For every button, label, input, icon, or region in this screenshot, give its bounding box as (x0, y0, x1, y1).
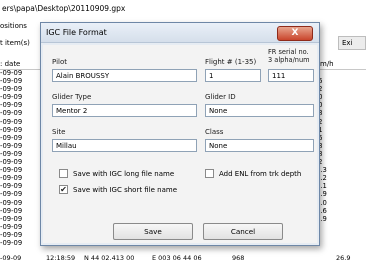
pilot-label: Pilot (52, 58, 67, 66)
add-enl-label: Add ENL from trk depth (219, 169, 302, 178)
glider-type-label: Glider Type (52, 93, 92, 101)
table-row-date[interactable]: -09-09 (0, 231, 22, 239)
cancel-button[interactable]: Cancel (203, 223, 283, 240)
table-row-date[interactable]: -09-09 (0, 134, 22, 142)
save-button[interactable]: Save (113, 223, 193, 240)
site-label: Site (52, 128, 66, 136)
table-row-date[interactable]: -09-09 (0, 142, 22, 150)
table-row-date[interactable]: -09-09 (0, 174, 22, 182)
table-row-date[interactable]: -09-09 (0, 109, 22, 117)
table-row-date[interactable]: -09-09 (0, 150, 22, 158)
table-row-speed[interactable]: .8 (316, 109, 366, 117)
table-row-speed[interactable]: 6.9 (316, 190, 366, 198)
row-date: -09-09 (0, 254, 22, 262)
table-row-date[interactable]: -09-09 (0, 166, 22, 174)
dialog-titlebar[interactable]: IGC File Format X (41, 23, 319, 43)
add-enl-checkbox[interactable]: Add ENL from trk depth (205, 169, 301, 178)
table-row-speed[interactable]: .2 (316, 118, 366, 126)
table-row-speed[interactable]: .8 (316, 142, 366, 150)
glider-type-input[interactable]: Mentor 2 (52, 104, 197, 117)
flight-number-input[interactable]: 1 (205, 69, 261, 82)
checkbox-box[interactable] (59, 169, 68, 178)
table-row-date[interactable]: -09-09 (0, 77, 22, 85)
table-row-speed[interactable]: .1 (316, 126, 366, 134)
fr-serial-label: FR serial no. (268, 48, 309, 56)
table-row-date[interactable]: -09-09 (0, 126, 22, 134)
table-row-speed[interactable]: 1.9 (316, 215, 366, 223)
table-row-date[interactable]: -09-09 (0, 199, 22, 207)
fr-serial-input[interactable]: 111 (268, 69, 314, 82)
table-row-date[interactable]: -09-09 (0, 215, 22, 223)
table-row-speed[interactable]: 1.1 (316, 182, 366, 190)
fr-serial-sublabel: 3 alpha/num (268, 56, 310, 64)
dialog-title: IGC File Format (46, 28, 107, 37)
table-row-speed[interactable]: 0.6 (316, 207, 366, 215)
background-speed-column: 0.6.2.0.0.8.2.1.6.8.8.23.36.21.16.97.00.… (316, 69, 366, 223)
table-row-date[interactable]: -09-09 (0, 239, 22, 247)
table-row-speed[interactable]: .2 (316, 158, 366, 166)
background-date-column: -09-09 -09-09 -09-09 -09-09 -09-09 -09-09 -09-… (0, 69, 22, 247)
table-row-speed[interactable]: 6.2 (316, 174, 366, 182)
table-row-date[interactable]: -09-09 (0, 93, 22, 101)
positions-label: ositions (0, 22, 27, 30)
flight-number-label: Flight # (1-35) (205, 58, 257, 66)
save-long-filename-checkbox[interactable]: Save with IGC long file name (59, 169, 174, 178)
exit-button[interactable]: Exi (338, 36, 366, 50)
igc-file-format-dialog: IGC File Format X Pilot Flight # (1-35) … (40, 22, 320, 246)
row-latitude: N 44 02.413 00 (84, 254, 135, 262)
table-row-speed[interactable]: .0 (316, 93, 366, 101)
table-row-date[interactable]: -09-09 (0, 190, 22, 198)
checkmark-icon: ✔ (60, 185, 67, 194)
row-longitude: E 003 06 44 06 (152, 254, 202, 262)
dialog-body: Pilot Flight # (1-35) FR serial no. 3 al… (43, 45, 317, 243)
table-row-date[interactable]: -09-09 (0, 118, 22, 126)
class-input[interactable]: None (205, 139, 314, 152)
background-file-path: ers\papa\Desktop\20110909.gpx (0, 0, 366, 16)
table-row-date[interactable]: -09-09 (0, 207, 22, 215)
table-row-speed[interactable]: .6 (316, 134, 366, 142)
close-button[interactable]: X (277, 26, 313, 41)
table-row-speed[interactable]: .8 (316, 150, 366, 158)
table-row-date[interactable]: -09-09 (0, 182, 22, 190)
table-row-speed[interactable]: .0 (316, 101, 366, 109)
table-row-date[interactable]: -09-09 (0, 158, 22, 166)
table-row-speed[interactable]: 7.0 (316, 199, 366, 207)
checkbox-box[interactable]: ✔ (59, 185, 68, 194)
table-row-speed[interactable]: 3.3 (316, 166, 366, 174)
table-row-speed[interactable]: .2 (316, 85, 366, 93)
glider-id-input[interactable]: None (205, 104, 314, 117)
table-row-date[interactable]: -09-09 (0, 223, 22, 231)
table-row-speed[interactable]: 0 (316, 69, 366, 77)
row-speed: 26.9 (336, 254, 351, 262)
close-icon: X (291, 28, 299, 38)
glider-id-label: Glider ID (205, 93, 236, 101)
pilot-input[interactable]: Alain BROUSSY (52, 69, 197, 82)
save-long-filename-label: Save with IGC long file name (73, 169, 175, 178)
table-row-speed[interactable]: .6 (316, 77, 366, 85)
site-input[interactable]: Millau (52, 139, 197, 152)
table-row-date[interactable]: -09-09 (0, 85, 22, 93)
save-short-filename-checkbox[interactable]: ✔ Save with IGC short file name (59, 185, 177, 194)
class-label: Class (205, 128, 224, 136)
table-row[interactable]: -09-09 12:18:59 N 44 02.413 00 E 003 06 … (0, 252, 366, 263)
items-count-label: t item(s) (0, 39, 30, 47)
row-time: 12:18:59 (46, 254, 76, 262)
table-row-date[interactable]: -09-09 (0, 69, 22, 77)
save-short-filename-label: Save with IGC short file name (73, 185, 178, 194)
checkbox-box[interactable] (205, 169, 214, 178)
table-row-date[interactable]: -09-09 (0, 101, 22, 109)
row-altitude: 968 (232, 254, 245, 262)
